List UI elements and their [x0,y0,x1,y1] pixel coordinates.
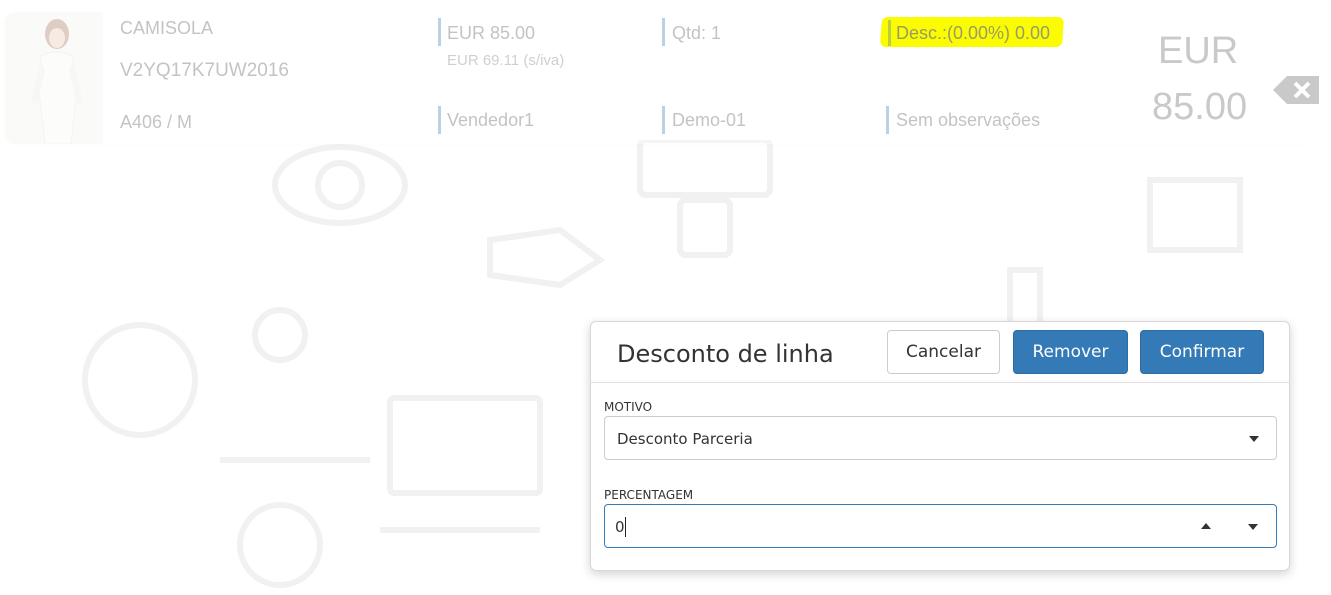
line-total-value: 85.00 [1152,86,1248,128]
modal-header: Desconto de linha Cancelar Remover Confi… [591,322,1289,383]
product-thumbnail [5,12,103,144]
unit-price-no-vat: EUR 69.11 (s/iva) [447,52,565,69]
product-variant: A406 / M [120,112,193,132]
separator [886,106,889,134]
motivo-label: MOTIVO [604,400,653,414]
separator [888,20,891,46]
separator [662,18,665,46]
cancel-button[interactable]: Cancelar [887,330,1000,374]
percentagem-field[interactable] [604,504,1277,548]
product-reference: V2YQ17K7UW2016 [120,60,289,81]
product-name: CAMISOLA [120,18,214,38]
chevron-down-icon[interactable] [1249,436,1259,442]
order-line-card[interactable]: CAMISOLA V2YQ17K7UW2016 A406 / M EUR 85.… [5,12,1319,144]
separator [438,18,441,46]
percentagem-label: PERCENTAGEM [604,488,694,502]
unit-price: EUR 85.00 [447,23,536,43]
store: Demo-01 [672,110,747,130]
line-discount[interactable]: Desc.:(0.00%) 0.00 [896,23,1050,44]
increment-icon[interactable] [1201,523,1211,529]
motivo-select[interactable]: Desconto Parceria [604,416,1277,460]
line-total-currency: EUR [1158,30,1239,72]
motivo-selected-value: Desconto Parceria [617,430,753,448]
separator [662,106,665,134]
seller: Vendedor1 [447,110,535,130]
separator [438,106,441,134]
notes: Sem observações [896,110,1041,130]
confirm-button[interactable]: Confirmar [1140,330,1264,374]
percentagem-input[interactable] [615,515,1175,539]
decrement-icon[interactable] [1248,524,1258,530]
modal-title: Desconto de linha [617,340,834,368]
quantity[interactable]: Qtd: 1 [672,23,721,44]
delete-line-icon[interactable] [1271,74,1321,106]
text-cursor [625,517,626,537]
remove-button[interactable]: Remover [1013,330,1128,374]
line-discount-modal: Desconto de linha Cancelar Remover Confi… [590,321,1290,571]
